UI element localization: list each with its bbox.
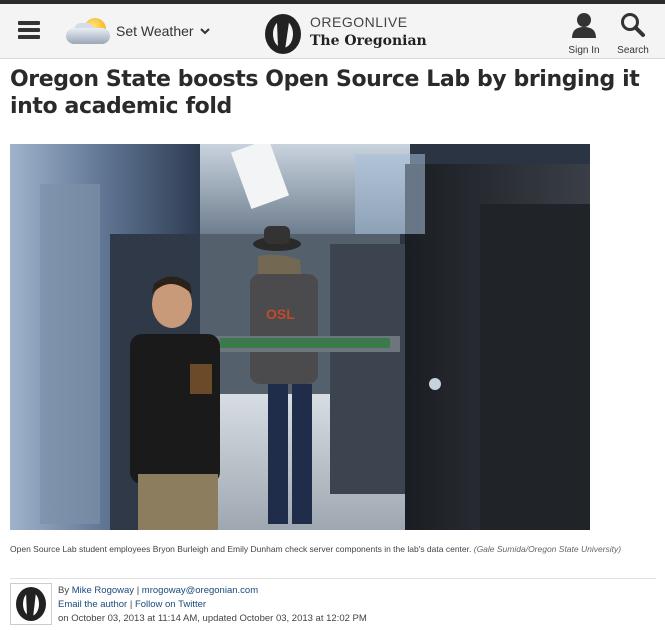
menu-icon[interactable] — [18, 21, 40, 39]
brand-bottom-text: The Oregonian — [310, 33, 427, 49]
brand-wordmark[interactable]: OREGONLIVE The Oregonian — [310, 14, 427, 49]
photo-caption: Open Source Lab student employees Bryon … — [10, 544, 650, 555]
author-email-link[interactable]: mrogoway@oregonian.com — [142, 585, 258, 596]
sign-in-label: Sign In — [568, 45, 600, 56]
search-button[interactable]: Search — [613, 12, 653, 56]
byline: By Mike Rogoway | mrogoway@oregonian.com… — [58, 585, 367, 624]
weather-icon — [66, 14, 116, 48]
site-header: Set Weather OREGONLIVE The Oregonian Sig… — [0, 4, 665, 59]
author-link[interactable]: Mike Rogoway — [72, 585, 134, 596]
weather-label: Set Weather — [116, 23, 194, 39]
date-line: on October 03, 2013 at 11:14 AM, updated… — [58, 613, 367, 624]
article-photo[interactable]: OSL — [10, 144, 590, 530]
user-icon — [572, 13, 596, 38]
chevron-down-icon — [199, 28, 210, 35]
tshirt-text: OSL — [266, 306, 295, 322]
caption-text: Open Source Lab student employees Bryon … — [10, 544, 472, 554]
sign-in-button[interactable]: Sign In — [564, 12, 604, 56]
search-icon — [621, 13, 645, 37]
oregonian-logo[interactable] — [263, 12, 303, 56]
caption-credit: (Gale Sumida/Oregon State University) — [473, 544, 622, 554]
email-author-link[interactable]: Email the author — [58, 599, 127, 610]
follow-twitter-link[interactable]: Follow on Twitter — [135, 599, 206, 610]
by-label: By — [58, 585, 70, 596]
divider — [10, 578, 656, 579]
article-headline: Oregon State boosts Open Source Lab by b… — [10, 67, 640, 119]
author-avatar[interactable] — [10, 583, 52, 625]
search-label: Search — [617, 45, 649, 56]
brand-top-text: OREGONLIVE — [310, 14, 408, 30]
weather-selector[interactable]: Set Weather — [66, 14, 210, 48]
